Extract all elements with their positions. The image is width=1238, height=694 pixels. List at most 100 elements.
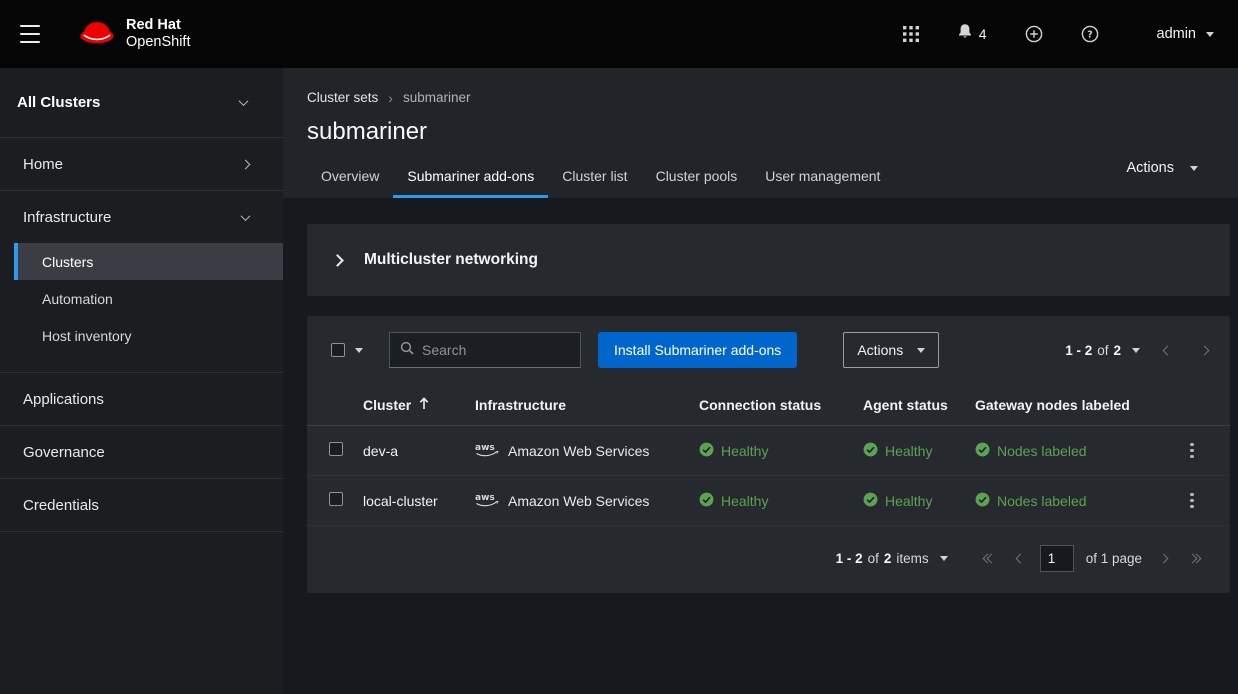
username-label: admin [1157, 26, 1197, 42]
notifications-button[interactable]: 4 [953, 19, 991, 49]
help-question-circle-icon[interactable]: ? [1077, 21, 1103, 47]
expandable-section-title: Multicluster networking [364, 251, 538, 269]
page-actions-dropdown[interactable]: Actions [1126, 160, 1198, 176]
sidebar-item-automation[interactable]: Automation [14, 280, 283, 317]
install-submariner-addons-button[interactable]: Install Submariner add-ons [598, 332, 797, 368]
status-label: Healthy [721, 493, 768, 509]
pagination-range: 1 - 2 [1065, 343, 1092, 358]
tab-user-management[interactable]: User management [751, 159, 894, 198]
brand-line1: Red Hat [126, 17, 191, 34]
sidebar-item-label: Home [23, 156, 63, 173]
connection-status[interactable]: Healthy [699, 492, 863, 510]
pagination-total: 2 [1113, 343, 1121, 358]
sort-up-arrow-icon [419, 397, 429, 413]
gateway-nodes-status[interactable]: Nodes labeled [975, 442, 1170, 460]
svg-text:aws: aws [475, 493, 495, 503]
sidebar-item-host-inventory[interactable]: Host inventory [14, 317, 283, 354]
chevron-down-icon [917, 348, 925, 353]
create-plus-circle-icon[interactable] [1021, 21, 1047, 47]
breadcrumb-cluster-sets-link[interactable]: Cluster sets [307, 90, 378, 105]
sidebar-item-applications[interactable]: Applications [0, 373, 283, 425]
next-page-button[interactable] [1154, 549, 1173, 568]
angle-left-icon [1015, 554, 1025, 564]
check-circle-icon [863, 442, 878, 460]
pagination-options-menu[interactable]: 1 - 2 of 2 items [836, 551, 948, 566]
multicluster-networking-expandable[interactable]: Multicluster networking [307, 224, 1230, 296]
sidebar-item-governance[interactable]: Governance [0, 426, 283, 478]
perspective-switcher[interactable]: All Clusters [0, 68, 283, 138]
last-page-button[interactable] [1183, 549, 1206, 568]
chevron-down-icon [1206, 32, 1214, 37]
nav-toggle-hamburger-icon[interactable] [16, 24, 44, 44]
angle-left-icon [1163, 345, 1173, 355]
chevron-down-icon [1132, 348, 1140, 353]
aws-logo-icon: aws [475, 491, 499, 511]
user-menu[interactable]: admin [1157, 26, 1215, 42]
angle-right-icon [331, 254, 344, 267]
sidebar-item-label: Applications [23, 391, 104, 408]
table-row: dev-a aws Amazon Web Services [307, 426, 1230, 476]
masthead: Red Hat OpenShift 4 [0, 0, 1238, 68]
gateway-nodes-status[interactable]: Nodes labeled [975, 492, 1170, 510]
tab-cluster-pools[interactable]: Cluster pools [642, 159, 752, 198]
sidebar-item-label: Infrastructure [23, 209, 111, 226]
first-page-button[interactable] [978, 549, 1001, 568]
column-header-cluster[interactable]: Cluster [363, 397, 475, 413]
sidebar-item-label: Credentials [23, 497, 99, 514]
column-header-infrastructure: Infrastructure [475, 397, 699, 413]
search-input[interactable] [422, 342, 570, 358]
current-page-input[interactable] [1040, 545, 1074, 572]
pagination-of-label: of [1097, 343, 1108, 358]
cluster-name: dev-a [363, 443, 475, 459]
infrastructure-cell: aws Amazon Web Services [475, 441, 699, 461]
sidebar-item-clusters[interactable]: Clusters [14, 243, 283, 280]
sidebar-item-label: Clusters [42, 254, 93, 270]
masthead-toolbar: 4 ? admin [899, 19, 1214, 49]
agent-status[interactable]: Healthy [863, 492, 975, 510]
sidebar-item-label: Host inventory [42, 328, 131, 344]
connection-status[interactable]: Healthy [699, 442, 863, 460]
row-select-checkbox[interactable] [329, 492, 343, 506]
tab-overview[interactable]: Overview [307, 159, 393, 198]
page-header: Cluster sets › submariner submariner Act… [283, 68, 1238, 198]
chevron-down-icon [239, 96, 249, 106]
bulk-select-dropdown[interactable] [323, 332, 371, 368]
check-circle-icon [699, 492, 714, 510]
bulk-select-checkbox[interactable] [331, 343, 345, 357]
pagination-of-label: of [868, 551, 879, 566]
next-page-button[interactable] [1195, 341, 1214, 360]
red-hat-fedora-icon [78, 18, 116, 50]
nav-group-credentials: Credentials [0, 479, 283, 532]
row-select-checkbox[interactable] [329, 442, 343, 456]
status-label: Healthy [885, 443, 932, 459]
tab-cluster-list[interactable]: Cluster list [548, 159, 641, 198]
app-launcher-grid-icon[interactable] [899, 22, 923, 46]
nav-group-governance: Governance [0, 426, 283, 479]
status-label: Healthy [885, 493, 932, 509]
previous-page-button[interactable] [1011, 549, 1030, 568]
chevron-down-icon [241, 211, 251, 221]
status-label: Nodes labeled [997, 443, 1087, 459]
table-actions-dropdown[interactable]: Actions [843, 332, 939, 368]
sidebar-item-infrastructure[interactable]: Infrastructure [0, 191, 283, 243]
check-circle-icon [699, 442, 714, 460]
pagination-options-menu[interactable]: 1 - 2 of 2 [1065, 343, 1140, 358]
sidebar-item-credentials[interactable]: Credentials [0, 479, 283, 531]
nav-group-infrastructure: Infrastructure Clusters Automation Host … [0, 191, 283, 373]
brand-text: Red Hat OpenShift [126, 17, 191, 50]
row-kebab-menu-icon[interactable] [1184, 437, 1199, 465]
previous-page-button[interactable] [1158, 341, 1177, 360]
agent-status[interactable]: Healthy [863, 442, 975, 460]
notification-count-badge: 4 [979, 26, 987, 42]
tab-submariner-add-ons[interactable]: Submariner add-ons [393, 159, 548, 198]
svg-text:?: ? [1087, 30, 1093, 41]
main-content: Cluster sets › submariner submariner Act… [283, 68, 1238, 694]
pagination-total: 2 [884, 551, 892, 566]
brand-line2: OpenShift [126, 34, 191, 51]
breadcrumb: Cluster sets › submariner [307, 90, 1230, 105]
status-label: Nodes labeled [997, 493, 1087, 509]
brand-logo[interactable]: Red Hat OpenShift [78, 17, 191, 50]
row-kebab-menu-icon[interactable] [1184, 487, 1199, 515]
sidebar-item-home[interactable]: Home [0, 138, 283, 190]
chevron-down-icon [355, 348, 363, 353]
